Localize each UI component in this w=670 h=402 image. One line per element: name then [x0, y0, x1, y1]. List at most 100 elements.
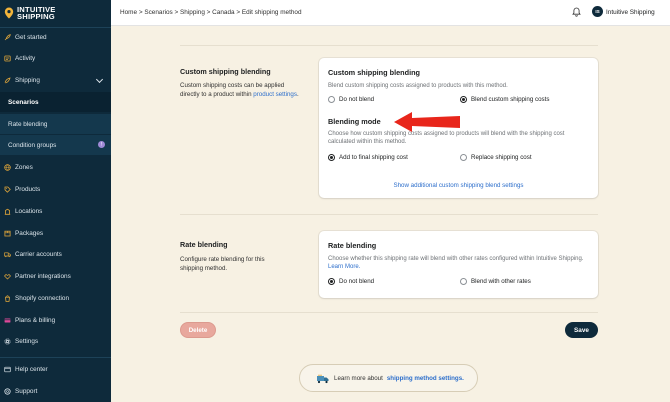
gear-icon — [4, 338, 11, 345]
section-divider — [180, 312, 598, 313]
app-logo[interactable]: INTUITIVE SHIPPING — [0, 0, 111, 26]
learn-more-link[interactable]: Learn More. — [328, 264, 360, 270]
sidebar-item-label: Zones — [15, 163, 33, 171]
new-badge: ! — [98, 141, 105, 148]
section-description-custom-blending: Custom shipping costs can be applied dir… — [180, 82, 300, 99]
credit-card-icon — [4, 317, 11, 324]
period: . — [296, 90, 299, 98]
top-bar: Home > Scenarios > Shipping > Canada > E… — [111, 0, 670, 26]
radio-add-to-final-cost[interactable]: Add to final shipping cost — [328, 154, 408, 161]
sidebar-item-label: Scenarios — [8, 98, 39, 106]
radio-button-selected[interactable] — [460, 96, 467, 103]
sidebar-item-products[interactable]: Products — [0, 179, 111, 199]
show-additional-settings-link[interactable]: Show additional custom shipping blend se… — [319, 182, 598, 189]
sidebar: INTUITIVE SHIPPING Get started Activity … — [0, 0, 111, 402]
sidebar-item-partner-integrations[interactable]: Partner integrations — [0, 266, 111, 286]
red-arrow-annotation — [394, 112, 460, 132]
radio-label: Do not blend — [339, 278, 375, 285]
section-title-rate-blending: Rate blending — [180, 240, 228, 249]
card-description-text: Choose whether this shipping rate will b… — [328, 256, 584, 262]
sidebar-item-packages[interactable]: Packages — [0, 223, 111, 243]
brand-line-2: SHIPPING — [17, 12, 55, 21]
sidebar-item-label: Settings — [15, 337, 39, 345]
chevron-down-icon — [95, 75, 104, 84]
sidebar-item-label: Activity — [15, 54, 36, 62]
card-title: Custom shipping blending — [328, 68, 421, 77]
globe-icon — [4, 163, 11, 171]
section-description-rate-blending: Configure rate blending for this shippin… — [180, 256, 265, 272]
radio-button[interactable] — [460, 154, 467, 161]
sidebar-item-carrier-accounts[interactable]: Carrier accounts — [0, 244, 111, 264]
radio-blend-with-other-rates[interactable]: Blend with other rates — [460, 278, 531, 285]
sidebar-item-label: Shopify connection — [15, 294, 70, 302]
sidebar-item-label: Help center — [15, 365, 48, 373]
sidebar-item-shipping[interactable]: Shipping — [0, 70, 111, 90]
sidebar-item-get-started[interactable]: Get started — [0, 27, 111, 47]
radio-label: Add to final shipping cost — [339, 154, 408, 161]
radio-button[interactable] — [460, 278, 467, 285]
avatar[interactable]: IS — [592, 6, 603, 17]
radio-blend-custom-costs[interactable]: Blend custom shipping costs — [460, 96, 549, 103]
shipping-icon — [4, 76, 11, 84]
sidebar-item-settings[interactable]: Settings — [0, 331, 111, 351]
sidebar-item-scenarios[interactable]: Scenarios — [0, 92, 111, 112]
card-description: Blend custom shipping costs assigned to … — [328, 83, 508, 89]
sidebar-item-activity[interactable]: Activity — [0, 48, 111, 68]
radio-label: Do not blend — [339, 96, 375, 103]
radio-do-not-blend-rate[interactable]: Do not blend — [328, 278, 374, 285]
package-icon — [4, 230, 11, 237]
shopify-icon — [4, 294, 11, 302]
radio-button-selected[interactable] — [328, 278, 335, 285]
sidebar-item-rate-blending[interactable]: Rate blending — [0, 114, 111, 134]
delete-button[interactable]: Delete — [180, 322, 216, 338]
radio-label: Replace shipping cost — [471, 154, 532, 161]
radio-button-selected[interactable] — [328, 154, 335, 161]
sidebar-item-label: Packages — [15, 229, 44, 237]
learn-more-banner[interactable]: Learn more about shipping method setting… — [299, 364, 478, 392]
radio-label: Blend custom shipping costs — [471, 96, 550, 103]
sidebar-item-label: Carrier accounts — [15, 250, 62, 258]
rate-blending-card: Rate blending Choose whether this shippi… — [319, 231, 598, 298]
activity-icon — [4, 55, 11, 62]
user-name[interactable]: Intuitive Shipping — [606, 9, 655, 16]
sidebar-item-label: Plans & billing — [15, 316, 56, 324]
delivery-illustration-icon — [317, 374, 329, 383]
building-icon — [4, 208, 11, 215]
shipping-method-settings-link[interactable]: shipping method settings. — [387, 375, 464, 382]
sidebar-item-label: Rate blending — [8, 120, 48, 128]
handshake-icon — [4, 273, 11, 280]
sidebar-item-label: Shipping — [15, 76, 40, 84]
sidebar-item-support[interactable]: Support — [0, 381, 111, 401]
radio-replace-shipping-cost[interactable]: Replace shipping cost — [460, 154, 532, 161]
sidebar-item-label: Partner integrations — [15, 272, 71, 280]
sidebar-item-locations[interactable]: Locations — [0, 201, 111, 221]
truck-icon — [4, 251, 11, 258]
sidebar-item-shopify-connection[interactable]: Shopify connection — [0, 288, 111, 308]
section-title-custom-blending: Custom shipping blending — [180, 67, 271, 76]
brand-name: INTUITIVE SHIPPING — [17, 5, 56, 21]
sidebar-item-label: Products — [15, 185, 41, 193]
help-icon — [4, 366, 11, 373]
sidebar-item-help-center[interactable]: Help center — [0, 359, 111, 379]
card-title: Rate blending — [328, 241, 377, 250]
learn-more-text: Learn more about — [334, 374, 383, 382]
radio-do-not-blend-custom[interactable]: Do not blend — [328, 96, 374, 103]
sidebar-item-zones[interactable]: Zones — [0, 157, 111, 177]
breadcrumb[interactable]: Home > Scenarios > Shipping > Canada > E… — [120, 9, 302, 16]
radio-button[interactable] — [328, 96, 335, 103]
support-icon — [4, 387, 11, 395]
sidebar-item-label: Support — [15, 387, 38, 395]
sidebar-item-plans-billing[interactable]: Plans & billing — [0, 310, 111, 330]
rocket-icon — [4, 33, 11, 41]
sidebar-item-label: Locations — [15, 207, 43, 215]
sidebar-item-condition-groups[interactable]: Condition groups ! — [0, 135, 111, 155]
map-pin-logo-icon — [4, 7, 14, 19]
section-divider — [180, 214, 598, 215]
section-divider — [180, 45, 598, 46]
sidebar-divider — [0, 357, 111, 358]
blending-mode-title: Blending mode — [328, 117, 381, 126]
product-settings-link[interactable]: product settings — [253, 91, 297, 98]
save-button[interactable]: Save — [565, 322, 598, 338]
sidebar-item-label: Get started — [15, 33, 47, 41]
bell-icon[interactable] — [572, 7, 581, 17]
